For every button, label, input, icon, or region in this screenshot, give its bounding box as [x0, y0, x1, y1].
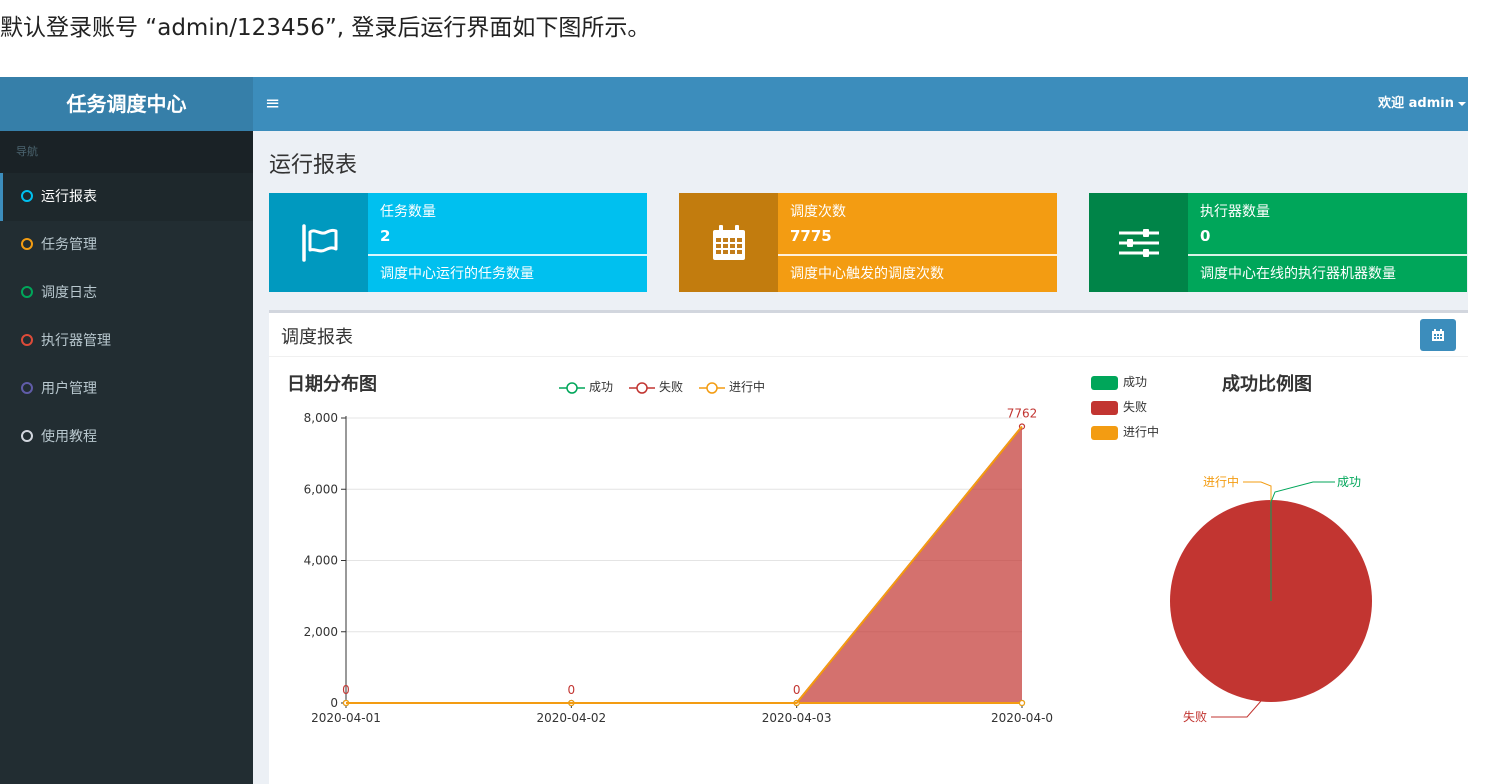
info-box-value: 7775 — [790, 227, 832, 245]
date-range-button[interactable] — [1420, 319, 1456, 351]
x-tick-label: 2020-04-02 — [536, 711, 606, 725]
info-box-title: 任务数量 — [380, 204, 436, 220]
y-tick-label: 4,000 — [304, 554, 338, 568]
sidebar-item-label: 执行器管理 — [41, 333, 111, 349]
sidebar-item[interactable]: 任务管理 — [0, 221, 253, 269]
legend-item[interactable]: 失败 — [629, 380, 683, 395]
schedule-report-panel: 调度报表 日期分布图 成功 失败 进行中 0 2,000 4,000 6,000 8,000… — [269, 310, 1468, 784]
data-label: 0 — [342, 683, 350, 697]
info-box-title: 调度次数 — [790, 204, 846, 220]
info-box-value: 2 — [380, 227, 391, 245]
line-chart-title: 日期分布图 — [287, 374, 377, 395]
data-label: 7762 — [1007, 408, 1038, 420]
sidebar-item[interactable]: 运行报表 — [0, 173, 253, 221]
info-box-desc: 调度中心运行的任务数量 — [380, 266, 534, 282]
y-tick-label: 6,000 — [304, 482, 338, 496]
sidebar-item[interactable]: 执行器管理 — [0, 317, 253, 365]
legend-item[interactable]: 失败 — [1091, 400, 1147, 415]
legend-item[interactable]: 进行中 — [1091, 425, 1159, 440]
legend-label: 失败 — [1123, 400, 1148, 414]
data-label: 0 — [793, 683, 801, 697]
pie-label-line — [1270, 481, 1335, 503]
line-chart: 0 2,000 4,000 6,000 8,000 2020-04-01 2020-04-0… — [304, 408, 1053, 725]
info-box-progress — [778, 254, 1057, 256]
panel-title: 调度报表 — [281, 327, 353, 348]
info-box-triggers: 调度次数 7775 调度中心触发的调度次数 — [679, 193, 1057, 292]
sidebar: 导航 运行报表任务管理调度日志执行器管理用户管理使用教程 — [0, 131, 253, 784]
info-box-value: 0 — [1200, 227, 1211, 245]
info-box-desc: 调度中心触发的调度次数 — [790, 266, 944, 282]
info-box-title: 执行器数量 — [1200, 204, 1270, 220]
caret-down-icon — [1458, 101, 1466, 106]
y-tick-label: 0 — [330, 696, 338, 710]
y-tick-label: 2,000 — [304, 625, 338, 639]
pie-label: 进行中 — [1203, 474, 1239, 489]
info-box-executors: 执行器数量 0 调度中心在线的执行器机器数量 — [1089, 193, 1467, 292]
circle-icon — [21, 430, 33, 442]
legend-label: 进行中 — [729, 380, 766, 394]
sidebar-item[interactable]: 使用教程 — [0, 413, 253, 461]
info-box-progress — [1188, 254, 1467, 256]
circle-icon — [21, 190, 33, 202]
pie-chart: 进行中 成功失败 — [1170, 474, 1372, 724]
top-header: 任务调度中心 ≡ 欢迎 admin — [0, 77, 1468, 131]
legend-item[interactable]: 进行中 — [699, 380, 765, 395]
calendar-icon — [1432, 329, 1444, 341]
calendar-icon — [679, 193, 778, 292]
sidebar-item-label: 使用教程 — [41, 429, 97, 445]
pie-label-line — [1243, 481, 1272, 502]
x-tick-label: 2020-04-03 — [762, 711, 832, 725]
legend-label: 成功 — [589, 380, 614, 394]
pie-label-line — [1211, 700, 1262, 718]
sidebar-item-label: 运行报表 — [41, 189, 97, 205]
series-area — [346, 426, 1022, 703]
legend-swatch — [1091, 400, 1118, 415]
circle-icon — [21, 286, 33, 298]
legend-swatch — [1091, 425, 1118, 440]
info-box-desc: 调度中心在线的执行器机器数量 — [1200, 266, 1396, 282]
page-caption: 默认登录账号 “admin/123456”, 登录后运行界面如下图所示。 — [0, 15, 651, 41]
sidebar-item[interactable]: 调度日志 — [0, 269, 253, 317]
legend-label: 失败 — [659, 380, 684, 394]
legend-swatch — [1091, 375, 1118, 390]
pie-chart-title: 成功比例图 — [1222, 374, 1312, 395]
legend-item[interactable]: 成功 — [559, 380, 613, 395]
sidebar-item-label: 用户管理 — [41, 381, 97, 397]
circle-icon — [21, 238, 33, 250]
data-label: 0 — [568, 683, 576, 697]
sliders-icon — [1089, 193, 1188, 292]
pie-label: 失败 — [1183, 709, 1207, 724]
sidebar-item-label: 调度日志 — [41, 285, 97, 301]
user-menu-label: 欢迎 admin — [1378, 96, 1454, 111]
legend-item[interactable]: 成功 — [1091, 375, 1147, 390]
circle-icon — [21, 382, 33, 394]
user-menu[interactable]: 欢迎 admin — [1378, 77, 1466, 131]
page-title: 运行报表 — [269, 153, 358, 178]
sidebar-toggle-icon[interactable]: ≡ — [265, 77, 280, 131]
x-tick-label: 2020-04-01 — [311, 711, 381, 725]
legend-label: 成功 — [1123, 375, 1148, 389]
app-window: 任务调度中心 ≡ 欢迎 admin 导航 运行报表任务管理调度日志执行器管理用户… — [0, 77, 1468, 784]
sidebar-item[interactable]: 用户管理 — [0, 365, 253, 413]
info-box-progress — [368, 254, 647, 256]
legend-marker — [559, 381, 585, 394]
flag-icon — [269, 193, 368, 292]
pie-label: 成功 — [1337, 475, 1361, 489]
app-logo[interactable]: 任务调度中心 — [0, 77, 253, 131]
y-tick-label: 8,000 — [304, 411, 338, 425]
legend-marker — [699, 381, 725, 394]
panel-divider — [269, 356, 1468, 357]
circle-icon — [21, 334, 33, 346]
sidebar-item-label: 任务管理 — [41, 237, 97, 253]
info-box-tasks: 任务数量 2 调度中心运行的任务数量 — [269, 193, 647, 292]
legend-marker — [629, 381, 655, 394]
x-tick-label: 2020-04-0 — [991, 711, 1053, 725]
sidebar-header: 导航 — [0, 131, 253, 173]
data-point — [1018, 699, 1026, 707]
legend-label: 进行中 — [1123, 425, 1160, 439]
